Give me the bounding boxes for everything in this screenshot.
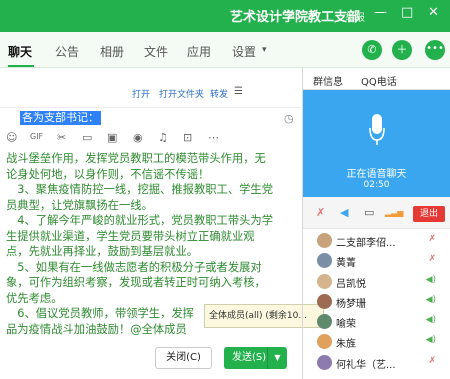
tab-announcement[interactable]: 公告 <box>55 43 79 60</box>
open-folder-link[interactable]: 打开文件夹 <box>159 87 204 100</box>
call-member-list: 二支部李佋... ✗ 黄菁 ✗ 吕凯悦 ◀) 杨梦珊 ◀) 喻荣 ◀) 朱旌 ◀… <box>303 230 450 372</box>
microphone-icon <box>369 114 385 145</box>
editor-line: 战斗堡垒作用，发挥党员教职工的模范带头作用，无 <box>6 152 266 165</box>
shake-icon[interactable]: ⊡ <box>183 131 192 144</box>
member-name: 朱旌 <box>336 339 356 351</box>
active-tab-indicator <box>8 65 34 67</box>
forward-link[interactable]: 转发 <box>210 87 228 100</box>
tab-settings[interactable]: 设置 <box>232 43 256 60</box>
call-duration: 02:50 <box>363 180 390 190</box>
avatar <box>317 233 332 248</box>
tab-group-info[interactable]: 群信息 <box>313 73 343 88</box>
mic-muted-icon: ✗ <box>428 234 436 244</box>
notification-bell-icon[interactable]: ♫ <box>158 131 168 144</box>
add-chat-button[interactable]: ＋ <box>392 40 412 60</box>
tab-apps[interactable]: 应用 <box>187 43 211 60</box>
member-name: 何礼华（艺... <box>336 359 396 371</box>
member-name: 黄菁 <box>336 258 356 270</box>
call-controls: ✗ ◀ ▭ ▂▃▅ 退出 <box>303 197 450 229</box>
title-bar: 艺术设计学院教工支部 ✎ 举报 — □ ✕ <box>0 0 450 32</box>
call-status: 正在语音聊天 <box>346 169 407 180</box>
editor-line: 生提供就业渠道，学生党员要带头树立正确就业观 <box>6 229 255 243</box>
tab-bar: 聊天 公告 相册 文件 应用 设置 ▾ ✆ ＋ ••• <box>0 32 450 68</box>
voice-call-panel: 正在语音聊天 02:50 <box>303 90 450 197</box>
window-title: 艺术设计学院教工支部 <box>229 10 360 25</box>
camera-icon[interactable]: ▭ <box>364 206 374 219</box>
member-row[interactable]: 喻荣 ◀) <box>303 311 450 331</box>
menu-icon[interactable]: ☰ <box>234 86 243 97</box>
close-window-button[interactable]: ✕ <box>428 5 439 20</box>
send-options-chevron-icon[interactable]: ▼ <box>267 347 287 369</box>
member-name: 二支部李佋... <box>336 238 396 249</box>
screenshot-scissors-icon[interactable]: ✂ <box>57 131 66 144</box>
report-link[interactable]: 举报 <box>345 9 365 24</box>
editor-line: 5、如果有在一线做志愿者的积极分子或者发展对 <box>6 260 262 274</box>
avatar <box>317 293 332 309</box>
member-row[interactable]: 朱旌 ◀) <box>303 331 450 351</box>
signal-strength-icon: ▂▃▅ <box>385 208 404 217</box>
avatar <box>317 314 332 330</box>
avatar <box>317 273 332 289</box>
phone-call-button[interactable]: ✆ <box>362 40 382 60</box>
member-row[interactable]: 何礼华（艺... ✗ <box>303 352 450 372</box>
editor-line: 3、聚焦疫情防控一线，挖掘、推报教职工、学生党 <box>6 183 274 196</box>
tab-qq-call[interactable]: QQ电话 <box>361 73 397 88</box>
avatar <box>317 253 332 269</box>
settings-dropdown-icon[interactable]: ▾ <box>262 45 267 55</box>
avatar <box>317 334 332 350</box>
image-icon[interactable]: ▣ <box>107 131 117 144</box>
member-row[interactable]: 二支部李佋... ✗ <box>303 230 450 250</box>
editor-line: 象，可作为组织考察，发现或者转正时可纳入考核， <box>6 276 266 289</box>
editor-line: 4、了解今年严峻的就业形式，党员教职工带头为学 <box>6 214 274 227</box>
speaker-icon[interactable]: ◀ <box>340 206 348 219</box>
folder-icon[interactable]: ▭ <box>82 131 92 144</box>
mic-muted-icon: ✗ <box>428 355 436 366</box>
emoji-icon[interactable]: ☺ <box>6 131 17 144</box>
member-row[interactable]: 吕凯悦 ◀) <box>303 271 450 291</box>
editor-line: 点，先就业再择业，鼓励到基层就业。 <box>6 245 199 258</box>
member-name: 杨梦珊 <box>336 298 366 310</box>
maximize-button[interactable]: □ <box>401 5 413 20</box>
speaking-icon: ◀) <box>425 315 436 326</box>
speaking-icon: ◀) <box>425 294 436 305</box>
editor-line: 员典型，让党旗飘扬在一线。 <box>6 198 153 212</box>
more-menu-button[interactable]: ••• <box>425 40 445 60</box>
side-panel-tabs: 群信息 QQ电话 <box>303 68 450 90</box>
mic-muted-icon: ✗ <box>428 254 436 265</box>
tab-files[interactable]: 文件 <box>144 43 168 60</box>
voice-message-icon[interactable]: ◉ <box>133 131 143 144</box>
member-row[interactable]: 杨梦珊 ◀) <box>303 291 450 311</box>
edit-title-icon[interactable]: ✎ <box>286 8 295 21</box>
exit-call-button[interactable]: 退出 <box>413 206 445 222</box>
speaking-icon: ◀) <box>425 335 436 346</box>
input-toolbar: ☺ GIF ✂ ▭ ▣ ◉ ♫ ⊡ ⋯ <box>0 127 302 149</box>
more-tools-icon[interactable]: ⋯ <box>208 131 219 144</box>
file-message-actions: 打开 打开文件夹 转发 ☰ <box>0 68 302 108</box>
editor-line: 论身处何地，以身作则，不信谣不传谣！ <box>6 167 210 181</box>
member-name: 喻荣 <box>336 319 356 331</box>
tab-chat[interactable]: 聊天 <box>8 43 32 60</box>
open-file-link[interactable]: 打开 <box>132 87 150 100</box>
member-row[interactable]: 黄菁 ✗ <box>303 250 450 270</box>
mic-muted-icon[interactable]: ✗ <box>316 206 325 219</box>
avatar <box>317 354 332 370</box>
selected-quote-text: 各为支部书记： <box>20 111 101 125</box>
speaking-icon: ◀) <box>425 274 436 285</box>
tab-album[interactable]: 相册 <box>100 43 124 60</box>
member-name: 吕凯悦 <box>336 278 366 290</box>
gif-icon[interactable]: GIF <box>30 132 43 141</box>
close-button[interactable]: 关闭(C) <box>155 347 212 369</box>
history-icon[interactable]: ◷ <box>284 112 294 125</box>
minimize-button[interactable]: — <box>374 5 387 20</box>
